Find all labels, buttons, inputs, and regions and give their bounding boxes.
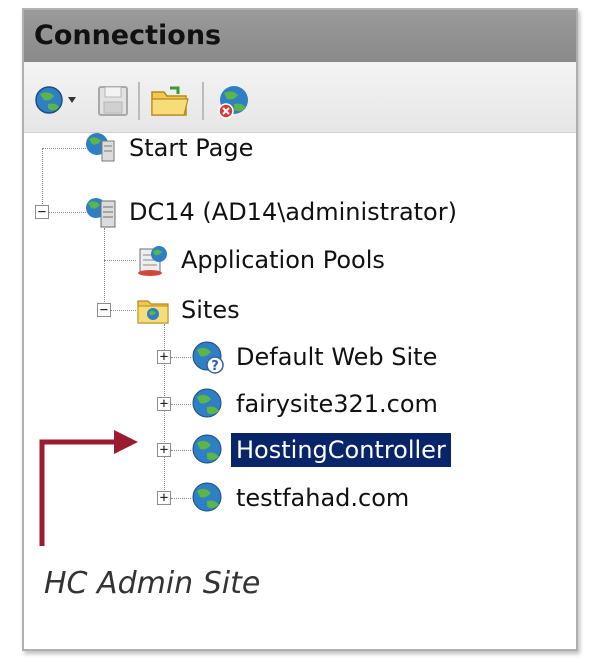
annotation-arrow-icon (39, 430, 138, 546)
annotation-label: HC Admin Site (44, 566, 261, 601)
